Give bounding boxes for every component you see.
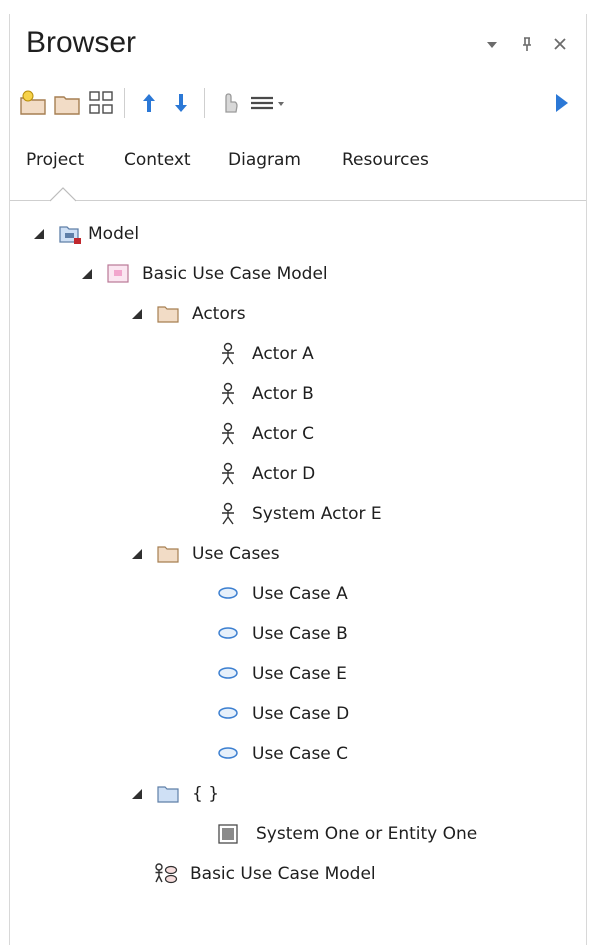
tree-label: Use Case E xyxy=(252,664,347,684)
tree-label: Use Case A xyxy=(252,584,348,604)
use-case-icon xyxy=(218,747,238,759)
tree-label: Actor B xyxy=(252,384,314,404)
move-up-icon[interactable] xyxy=(134,88,164,118)
tree-node-actor[interactable]: System Actor E xyxy=(216,498,382,530)
tree-label: { } xyxy=(192,784,220,804)
tree-node-actor[interactable]: Actor A xyxy=(216,338,314,370)
tree-label: Use Cases xyxy=(192,544,280,564)
folder-icon xyxy=(157,546,179,563)
tab-context[interactable]: Context xyxy=(124,150,191,170)
tree-node-use-case[interactable]: Use Case E xyxy=(216,658,347,690)
browser-toolbar xyxy=(10,84,586,124)
tab-project[interactable]: Project xyxy=(26,150,84,170)
actor-icon xyxy=(222,462,234,485)
hand-icon[interactable] xyxy=(214,88,244,118)
model-root-icon xyxy=(59,226,81,244)
tree-label: Use Case D xyxy=(252,704,350,724)
tree-node-model[interactable]: Model xyxy=(32,218,139,250)
tree-node-actor[interactable]: Actor C xyxy=(216,418,314,450)
tree-node-diagram[interactable]: Basic Use Case Model xyxy=(154,858,376,890)
toolbar-separator xyxy=(124,88,125,118)
use-case-icon xyxy=(218,587,238,599)
tab-resources[interactable]: Resources xyxy=(342,150,429,170)
expand-right-icon[interactable] xyxy=(546,88,576,118)
tree-node-use-case[interactable]: Use Case C xyxy=(216,738,348,770)
tree-node-actor[interactable]: Actor B xyxy=(216,378,314,410)
tree-node-use-case[interactable]: Use Case A xyxy=(216,578,348,610)
actor-icon xyxy=(222,382,234,405)
actor-icon xyxy=(222,422,234,445)
use-case-icon xyxy=(218,667,238,679)
menu-icon[interactable] xyxy=(248,88,292,118)
dropdown-icon[interactable] xyxy=(482,34,502,54)
tree-node-braces-folder[interactable]: { } xyxy=(130,778,219,810)
move-down-icon[interactable] xyxy=(166,88,196,118)
use-case-icon xyxy=(218,627,238,639)
tree-node-boundary[interactable]: System One or Entity One xyxy=(216,818,477,850)
new-folder-icon[interactable] xyxy=(52,88,82,118)
tree-label: Actor A xyxy=(252,344,314,364)
tree-node-actor[interactable]: Actor D xyxy=(216,458,315,490)
tree-label: Basic Use Case Model xyxy=(142,264,328,284)
tree-node-use-case[interactable]: Use Case D xyxy=(216,698,349,730)
tree-label: Actor D xyxy=(252,464,316,484)
actor-icon xyxy=(222,342,234,365)
new-diagram-icon[interactable] xyxy=(86,88,116,118)
tree-label: Use Case B xyxy=(252,624,348,644)
package-icon xyxy=(107,264,129,283)
window-title: Browser xyxy=(26,26,137,59)
pin-icon[interactable] xyxy=(517,34,537,54)
tree-label: System One or Entity One xyxy=(256,824,478,844)
tree-label: Basic Use Case Model xyxy=(190,864,376,884)
expanded-triangle-icon[interactable] xyxy=(130,787,144,801)
tree-node-use-case[interactable]: Use Case B xyxy=(216,618,348,650)
tree-node-use-cases-folder[interactable]: Use Cases xyxy=(130,538,280,570)
active-tab-indicator xyxy=(50,187,76,202)
folder-icon xyxy=(157,306,179,323)
browser-window: Browser Project Context Diagram Resource… xyxy=(9,14,587,945)
tree-label: Use Case C xyxy=(252,744,349,764)
expanded-triangle-icon[interactable] xyxy=(130,307,144,321)
tab-bar: Project Context Diagram Resources xyxy=(10,142,586,202)
tab-underline xyxy=(10,200,586,201)
tree-label: Actor C xyxy=(252,424,315,444)
tree-label: Actors xyxy=(192,304,246,324)
tree-node-package[interactable]: Basic Use Case Model xyxy=(80,258,328,290)
expanded-triangle-icon[interactable] xyxy=(130,547,144,561)
toolbar-separator xyxy=(204,88,205,118)
tree-label: Model xyxy=(88,224,140,244)
tree-label: System Actor E xyxy=(252,504,382,524)
boundary-icon xyxy=(218,824,238,844)
new-package-icon[interactable] xyxy=(18,88,48,118)
use-case-icon xyxy=(218,707,238,719)
title-bar: Browser xyxy=(10,14,586,76)
close-icon[interactable] xyxy=(550,34,570,54)
tab-diagram[interactable]: Diagram xyxy=(228,150,301,170)
expanded-triangle-icon[interactable] xyxy=(80,267,94,281)
tree-node-actors-folder[interactable]: Actors xyxy=(130,298,246,330)
actor-icon xyxy=(222,502,234,525)
expanded-triangle-icon[interactable] xyxy=(32,227,46,241)
folder-icon xyxy=(157,786,179,803)
use-case-diagram-icon xyxy=(155,863,178,884)
